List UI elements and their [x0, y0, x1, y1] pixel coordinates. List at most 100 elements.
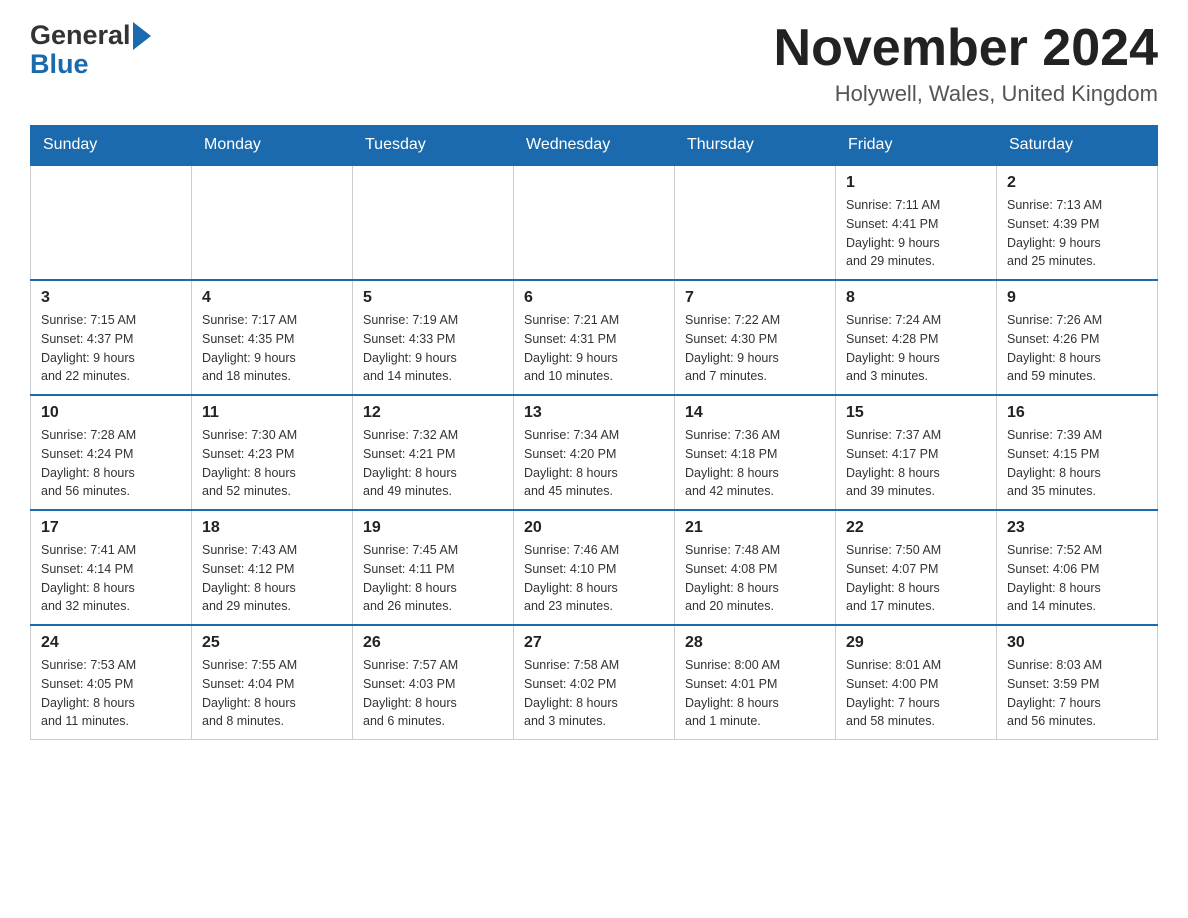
week-row-5: 24 Sunrise: 7:53 AM Sunset: 4:05 PM Dayli… — [31, 625, 1158, 740]
calendar-cell: 20Sunrise: 7:46 AM Sunset: 4:10 PM Dayli… — [514, 510, 675, 625]
calendar-cell: 9 Sunrise: 7:26 AM Sunset: 4:26 PM Daylig… — [997, 280, 1158, 395]
day-number: 14 — [685, 404, 825, 422]
day-info: Sunrise: 7:34 AM Sunset: 4:20 PM Dayligh… — [524, 426, 664, 501]
calendar-cell: 1 Sunrise: 7:11 AM Sunset: 4:41 PM Daylig… — [836, 165, 997, 280]
weekday-header-friday: Friday — [836, 126, 997, 166]
calendar-cell — [192, 165, 353, 280]
day-number: 24 — [41, 634, 181, 652]
calendar-cell: 4 Sunrise: 7:17 AM Sunset: 4:35 PM Daylig… — [192, 280, 353, 395]
calendar-cell: 6Sunrise: 7:21 AM Sunset: 4:31 PM Daylig… — [514, 280, 675, 395]
day-info: Sunrise: 7:32 AM Sunset: 4:21 PM Dayligh… — [363, 426, 503, 501]
calendar-cell: 2Sunrise: 7:13 AM Sunset: 4:39 PM Daylig… — [997, 165, 1158, 280]
day-number: 3 — [41, 289, 181, 307]
day-number: 12 — [363, 404, 503, 422]
page-header: General Blue November 2024 Holywell, Wal… — [30, 20, 1158, 107]
day-info: Sunrise: 7:52 AM Sunset: 4:06 PM Dayligh… — [1007, 541, 1147, 616]
logo-blue-text: Blue — [30, 49, 89, 80]
day-number: 9 — [1007, 289, 1147, 307]
day-info: Sunrise: 7:17 AM Sunset: 4:35 PM Dayligh… — [202, 311, 342, 386]
day-number: 10 — [41, 404, 181, 422]
day-number: 27 — [524, 634, 664, 652]
calendar-cell: 3 Sunrise: 7:15 AM Sunset: 4:37 PM Daylig… — [31, 280, 192, 395]
day-info: Sunrise: 7:53 AM Sunset: 4:05 PM Dayligh… — [41, 656, 181, 731]
day-number: 21 — [685, 519, 825, 537]
day-info: Sunrise: 8:03 AM Sunset: 3:59 PM Dayligh… — [1007, 656, 1147, 731]
day-number: 8 — [846, 289, 986, 307]
weekday-header-tuesday: Tuesday — [353, 126, 514, 166]
weekday-header-thursday: Thursday — [675, 126, 836, 166]
day-info: Sunrise: 7:58 AM Sunset: 4:02 PM Dayligh… — [524, 656, 664, 731]
day-number: 5 — [363, 289, 503, 307]
day-info: Sunrise: 7:41 AM Sunset: 4:14 PM Dayligh… — [41, 541, 181, 616]
day-number: 30 — [1007, 634, 1147, 652]
calendar-cell: 19Sunrise: 7:45 AM Sunset: 4:11 PM Dayli… — [353, 510, 514, 625]
day-number: 4 — [202, 289, 342, 307]
day-info: Sunrise: 7:26 AM Sunset: 4:26 PM Dayligh… — [1007, 311, 1147, 386]
day-number: 19 — [363, 519, 503, 537]
logo-arrow-icon — [133, 22, 151, 50]
calendar-header-row: SundayMondayTuesdayWednesdayThursdayFrid… — [31, 126, 1158, 166]
weekday-header-wednesday: Wednesday — [514, 126, 675, 166]
calendar-cell: 11 Sunrise: 7:30 AM Sunset: 4:23 PM Dayli… — [192, 395, 353, 510]
day-info: Sunrise: 7:19 AM Sunset: 4:33 PM Dayligh… — [363, 311, 503, 386]
day-info: Sunrise: 7:46 AM Sunset: 4:10 PM Dayligh… — [524, 541, 664, 616]
day-info: Sunrise: 7:39 AM Sunset: 4:15 PM Dayligh… — [1007, 426, 1147, 501]
day-info: Sunrise: 7:43 AM Sunset: 4:12 PM Dayligh… — [202, 541, 342, 616]
month-title: November 2024 — [774, 20, 1158, 77]
calendar-cell: 28 Sunrise: 8:00 AM Sunset: 4:01 PM Dayli… — [675, 625, 836, 740]
day-info: Sunrise: 7:30 AM Sunset: 4:23 PM Dayligh… — [202, 426, 342, 501]
day-number: 29 — [846, 634, 986, 652]
week-row-2: 3 Sunrise: 7:15 AM Sunset: 4:37 PM Daylig… — [31, 280, 1158, 395]
calendar-cell: 30 Sunrise: 8:03 AM Sunset: 3:59 PM Dayli… — [997, 625, 1158, 740]
calendar-cell — [675, 165, 836, 280]
day-number: 25 — [202, 634, 342, 652]
day-info: Sunrise: 7:48 AM Sunset: 4:08 PM Dayligh… — [685, 541, 825, 616]
week-row-3: 10 Sunrise: 7:28 AM Sunset: 4:24 PM Dayli… — [31, 395, 1158, 510]
calendar-cell: 25 Sunrise: 7:55 AM Sunset: 4:04 PM Dayli… — [192, 625, 353, 740]
day-info: Sunrise: 8:01 AM Sunset: 4:00 PM Dayligh… — [846, 656, 986, 731]
day-info: Sunrise: 7:15 AM Sunset: 4:37 PM Dayligh… — [41, 311, 181, 386]
day-info: Sunrise: 7:55 AM Sunset: 4:04 PM Dayligh… — [202, 656, 342, 731]
day-number: 6 — [524, 289, 664, 307]
day-info: Sunrise: 7:13 AM Sunset: 4:39 PM Dayligh… — [1007, 196, 1147, 271]
calendar-cell — [514, 165, 675, 280]
day-number: 1 — [846, 174, 986, 192]
day-number: 18 — [202, 519, 342, 537]
calendar-cell: 24 Sunrise: 7:53 AM Sunset: 4:05 PM Dayli… — [31, 625, 192, 740]
week-row-4: 17 Sunrise: 7:41 AM Sunset: 4:14 PM Dayli… — [31, 510, 1158, 625]
day-info: Sunrise: 7:24 AM Sunset: 4:28 PM Dayligh… — [846, 311, 986, 386]
weekday-header-saturday: Saturday — [997, 126, 1158, 166]
day-info: Sunrise: 7:37 AM Sunset: 4:17 PM Dayligh… — [846, 426, 986, 501]
weekday-header-sunday: Sunday — [31, 126, 192, 166]
calendar-cell: 18 Sunrise: 7:43 AM Sunset: 4:12 PM Dayli… — [192, 510, 353, 625]
calendar-cell: 14 Sunrise: 7:36 AM Sunset: 4:18 PM Dayli… — [675, 395, 836, 510]
calendar-cell: 29 Sunrise: 8:01 AM Sunset: 4:00 PM Dayli… — [836, 625, 997, 740]
calendar-cell: 13Sunrise: 7:34 AM Sunset: 4:20 PM Dayli… — [514, 395, 675, 510]
day-info: Sunrise: 7:28 AM Sunset: 4:24 PM Dayligh… — [41, 426, 181, 501]
day-number: 23 — [1007, 519, 1147, 537]
calendar-cell: 8 Sunrise: 7:24 AM Sunset: 4:28 PM Daylig… — [836, 280, 997, 395]
day-number: 15 — [846, 404, 986, 422]
calendar-cell: 27 Sunrise: 7:58 AM Sunset: 4:02 PM Dayli… — [514, 625, 675, 740]
day-info: Sunrise: 7:36 AM Sunset: 4:18 PM Dayligh… — [685, 426, 825, 501]
title-block: November 2024 Holywell, Wales, United Ki… — [774, 20, 1158, 107]
day-number: 28 — [685, 634, 825, 652]
calendar-cell: 5 Sunrise: 7:19 AM Sunset: 4:33 PM Daylig… — [353, 280, 514, 395]
day-number: 7 — [685, 289, 825, 307]
day-info: Sunrise: 8:00 AM Sunset: 4:01 PM Dayligh… — [685, 656, 825, 731]
day-number: 11 — [202, 404, 342, 422]
calendar-cell: 26Sunrise: 7:57 AM Sunset: 4:03 PM Dayli… — [353, 625, 514, 740]
calendar-cell: 17 Sunrise: 7:41 AM Sunset: 4:14 PM Dayli… — [31, 510, 192, 625]
calendar-cell: 22Sunrise: 7:50 AM Sunset: 4:07 PM Dayli… — [836, 510, 997, 625]
calendar-cell: 16Sunrise: 7:39 AM Sunset: 4:15 PM Dayli… — [997, 395, 1158, 510]
day-number: 22 — [846, 519, 986, 537]
day-number: 17 — [41, 519, 181, 537]
calendar-cell — [353, 165, 514, 280]
calendar-cell: 12 Sunrise: 7:32 AM Sunset: 4:21 PM Dayli… — [353, 395, 514, 510]
day-info: Sunrise: 7:57 AM Sunset: 4:03 PM Dayligh… — [363, 656, 503, 731]
calendar-cell — [31, 165, 192, 280]
day-info: Sunrise: 7:11 AM Sunset: 4:41 PM Dayligh… — [846, 196, 986, 271]
calendar-cell: 21 Sunrise: 7:48 AM Sunset: 4:08 PM Dayli… — [675, 510, 836, 625]
calendar-cell: 10 Sunrise: 7:28 AM Sunset: 4:24 PM Dayli… — [31, 395, 192, 510]
calendar-cell: 23 Sunrise: 7:52 AM Sunset: 4:06 PM Dayli… — [997, 510, 1158, 625]
